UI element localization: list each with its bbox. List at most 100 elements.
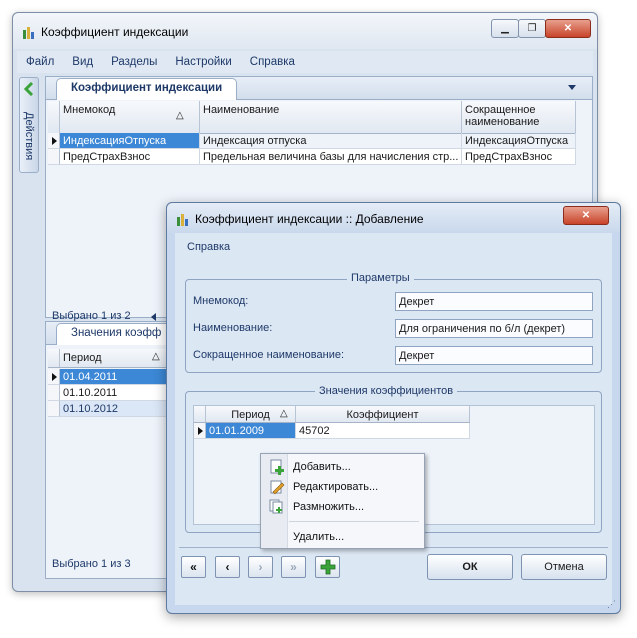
dialog-titlebar[interactable]: Коэффициент индексации :: Добавление ✕ [167, 203, 620, 233]
main-title: Коэффициент индексации [41, 25, 189, 39]
col-mnemocode-label: Мнемокод [63, 104, 116, 116]
table-row[interactable]: ПредСтрахВзнос Предельная величина базы … [48, 149, 576, 165]
cancel-button[interactable]: Отмена [521, 554, 607, 580]
list-item[interactable]: 01.10.2012 [48, 401, 184, 417]
values-legend: Значения коэффициентов [315, 385, 458, 397]
menu-help[interactable]: Справка [250, 56, 295, 68]
tab-values-label: Значения коэфф [71, 327, 162, 339]
app-icon [177, 214, 188, 226]
sort-asc-icon: △ [280, 408, 288, 419]
col-mnemocode[interactable]: Мнемокод △ [60, 101, 200, 133]
cell-name[interactable]: Индексация отпуска [200, 133, 462, 149]
col-period-label: Период [231, 409, 270, 421]
current-row-indicator [194, 423, 206, 439]
menu-item-delete[interactable]: Удалить... [261, 527, 422, 547]
tab-coefficient-label: Коэффициент индексации [71, 82, 223, 94]
cell-period[interactable]: 01.01.2009 [206, 423, 296, 439]
chevron-right-icon: › [258, 560, 263, 574]
copy-add-icon [269, 499, 283, 514]
close-icon: ✕ [563, 23, 573, 34]
col-name[interactable]: Наименование [200, 101, 462, 133]
sort-asc-icon: △ [152, 351, 160, 362]
menu-item-duplicate-label: Размножить... [293, 501, 365, 513]
menu-item-add[interactable]: Добавить... [261, 457, 422, 477]
col-period[interactable]: Период △ [60, 349, 170, 367]
row-indicator-header [194, 406, 206, 422]
menu-item-edit[interactable]: Редактировать... [261, 477, 422, 497]
dialog-menu-help[interactable]: Справка [187, 241, 230, 253]
tab-coefficient[interactable]: Коэффициент индексации [56, 78, 237, 100]
menu-item-delete-label: Удалить... [293, 531, 345, 543]
mnemocode-input[interactable]: Декрет [395, 292, 593, 311]
resize-grip-icon[interactable]: ⋰ [607, 599, 617, 609]
col-period[interactable]: Период △ [206, 406, 296, 422]
table-row[interactable]: 01.01.2009 45702 [194, 423, 470, 439]
cell-coefficient[interactable]: 45702 [296, 423, 470, 439]
cell-mnemocode[interactable]: ИндексацияОтпуска [60, 133, 200, 149]
list-item[interactable]: 01.04.2011 [48, 369, 184, 385]
side-tab-actions[interactable]: Действия [19, 77, 39, 173]
arrow-right-icon [52, 137, 57, 145]
name-input[interactable]: Для ограничения по б/л (декрет) [395, 319, 593, 338]
scroll-left-icon[interactable] [151, 313, 156, 321]
chevron-left-icon [23, 82, 34, 96]
col-name-label: Наименование [203, 104, 280, 116]
shortname-label: Сокращенное наименование: [193, 349, 345, 361]
bottom-grid-header: Период △ [48, 349, 184, 368]
app-icon [23, 27, 34, 39]
col-shortname-label: Сокращенное наименование [465, 104, 540, 128]
menu-separator [289, 521, 419, 522]
col-shortname[interactable]: Сокращенное наименование [462, 101, 576, 133]
menu-item-duplicate[interactable]: Размножить... [261, 497, 422, 517]
list-item[interactable]: 01.10.2011 [48, 385, 184, 401]
close-icon: ✕ [581, 210, 591, 221]
add-dialog: Коэффициент индексации :: Добавление ✕ С… [166, 202, 621, 614]
dialog-close-button[interactable]: ✕ [563, 206, 609, 225]
row-indicator [48, 385, 60, 401]
arrow-right-icon [52, 373, 57, 381]
minimize-button[interactable]: ▁ [491, 19, 519, 38]
row-indicator [48, 401, 60, 417]
add-doc-icon [270, 459, 284, 475]
maximize-button[interactable]: ❐ [518, 19, 546, 38]
pencil-icon [270, 480, 285, 495]
cell-mnemocode[interactable]: ПредСтрахВзнос [60, 149, 200, 165]
add-record-button[interactable] [315, 556, 340, 578]
bottom-selection-status: Выбрано 1 из 3 [52, 558, 131, 570]
col-period-label: Период [63, 352, 102, 364]
context-menu: Добавить... Редактировать... Размножить.… [260, 453, 425, 549]
name-label: Наименование: [193, 322, 273, 334]
menu-file[interactable]: Файл [26, 56, 54, 68]
prev-record-button[interactable]: ‹ [215, 556, 240, 578]
ok-button[interactable]: ОК [427, 554, 513, 580]
minimize-icon: ▁ [501, 23, 509, 34]
next-record-button[interactable]: › [248, 556, 273, 578]
restore-icon: ❐ [527, 23, 537, 34]
dialog-title: Коэффициент индексации :: Добавление [195, 212, 424, 226]
arrow-right-icon [198, 427, 203, 435]
first-record-button[interactable]: « [181, 556, 206, 578]
menu-sections[interactable]: Разделы [111, 56, 157, 68]
col-coefficient[interactable]: Коэффициент [296, 406, 470, 422]
cell-shortname[interactable]: ПредСтрахВзнос [462, 149, 576, 165]
sort-asc-icon: △ [176, 110, 184, 121]
chevron-left-icon: ‹ [225, 560, 230, 574]
values-grid-header: Период △ Коэффициент [194, 406, 470, 423]
menu-settings[interactable]: Настройки [175, 56, 231, 68]
top-grid-header: Мнемокод △ Наименование Сокращенное наим… [48, 101, 576, 134]
table-row[interactable]: ИндексацияОтпуска Индексация отпуска Инд… [48, 133, 576, 149]
plus-icon [320, 559, 335, 575]
menu-view[interactable]: Вид [72, 56, 93, 68]
row-indicator [48, 149, 60, 165]
close-button[interactable]: ✕ [545, 19, 591, 38]
shortname-input[interactable]: Декрет [395, 346, 593, 365]
last-record-button[interactable]: » [281, 556, 306, 578]
main-titlebar[interactable]: Коэффициент индексации ▁ ❐ ✕ [13, 13, 597, 49]
dropdown-arrow-icon[interactable] [568, 85, 576, 90]
row-indicator-header [48, 349, 60, 367]
cell-shortname[interactable]: ИндексацияОтпуска [462, 133, 576, 149]
side-tab-label: Действия [23, 112, 35, 161]
main-menubar: Файл Вид Разделы Настройки Справка [17, 51, 593, 73]
bottom-tabstrip: Значения коэфф [46, 322, 202, 345]
cell-name[interactable]: Предельная величина базы для начисления … [200, 149, 462, 165]
